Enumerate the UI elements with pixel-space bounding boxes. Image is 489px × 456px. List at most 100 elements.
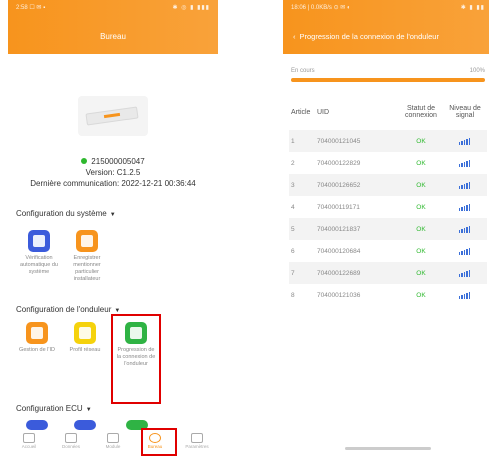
table-row: 1 704000121045 OK xyxy=(289,130,487,152)
cell-signal xyxy=(443,284,487,306)
section-ecu-config[interactable]: Configuration ECU ▼ xyxy=(16,404,92,413)
tile-label: Enregistrer mentionner particulier insta… xyxy=(73,255,101,282)
highlight-box xyxy=(111,314,161,404)
cell-status: OK xyxy=(416,159,426,167)
bottom-tab-bar: Accueil Données Module Bureau Paramètres xyxy=(8,430,218,456)
table-row: 3 704000126652 OK xyxy=(289,174,487,196)
col-uid: UID xyxy=(317,108,330,116)
tile-grid-profile[interactable]: Profil réseau xyxy=(64,322,106,354)
status-icons: ✱ ▮ ▮▮ xyxy=(460,5,485,11)
status-time: 2:58 ☐ ✉ ▪ xyxy=(16,5,46,11)
cell-uid: 704000122829 xyxy=(317,159,361,167)
section-system-config[interactable]: Configuration du système ▼ xyxy=(16,209,116,218)
progress-fill xyxy=(291,78,485,82)
cell-status: OK xyxy=(399,218,443,240)
tab-label: Accueil xyxy=(21,444,37,449)
gear-icon xyxy=(191,433,203,443)
tile-label: Vérification automatique du système xyxy=(20,255,58,275)
highlight-box xyxy=(141,428,177,456)
signal-icon xyxy=(458,269,472,277)
page-title: ‹ Progression de la connexion de l'ondule… xyxy=(293,32,489,41)
app-header: 18:06 | 0.0KB/s ⊙ ✉ ◐ ✱ ▮ ▮▮ ‹ Progressio… xyxy=(283,0,489,54)
cell-status: OK xyxy=(416,247,426,255)
tab-data[interactable]: Données xyxy=(50,430,92,456)
clipboard-icon xyxy=(28,230,50,252)
page-title: Bureau xyxy=(100,32,126,41)
signal-icon xyxy=(458,225,472,233)
table-row: 2 704000122829 OK xyxy=(289,152,487,174)
signal-icon xyxy=(458,181,472,189)
person-icon xyxy=(76,230,98,252)
desktop-screen: 2:58 ☐ ✉ ▪ ✱ ◎ ▮ ▮▮▮ Bureau 215000005047… xyxy=(8,0,218,456)
table-header-row: Article UID Statut de connexion Niveau d… xyxy=(289,94,487,130)
status-icons: ✱ ◎ ▮ ▮▮▮ xyxy=(172,5,210,11)
cell-uid: 704000121036 xyxy=(317,291,361,299)
home-icon xyxy=(23,433,35,443)
tab-label: Paramètres xyxy=(185,444,209,449)
list-icon xyxy=(74,322,96,344)
cell-status: OK xyxy=(416,203,426,211)
tile-system-check[interactable]: Vérification automatique du système xyxy=(18,230,60,276)
tile-register-installer[interactable]: Enregistrer mentionner particulier insta… xyxy=(66,230,108,283)
cell-signal xyxy=(443,262,487,284)
uid-table: Article UID Statut de connexion Niveau d… xyxy=(289,94,487,306)
table-row: 6 704000120684 OK xyxy=(289,240,487,262)
col-article: Article xyxy=(291,108,311,116)
tab-label: Données xyxy=(61,444,80,449)
cell-signal xyxy=(443,130,487,152)
cell-status: OK xyxy=(416,291,426,299)
app-header: 2:58 ☐ ✉ ▪ ✱ ◎ ▮ ▮▮▮ Bureau xyxy=(8,0,218,54)
progress-label: En cours xyxy=(291,68,315,74)
ecu-tile-icon[interactable] xyxy=(74,420,96,430)
caret-down-icon: ▼ xyxy=(109,212,116,218)
back-arrow-icon[interactable]: ‹ xyxy=(293,32,296,41)
cell-article: 7 xyxy=(289,262,315,284)
table-row: 7 704000122689 OK xyxy=(289,262,487,284)
signal-icon xyxy=(458,247,472,255)
progress-bar xyxy=(291,78,485,82)
ecu-tile-icon[interactable] xyxy=(26,420,48,430)
signal-icon xyxy=(458,203,472,211)
tab-home[interactable]: Accueil xyxy=(8,430,50,456)
cell-article: 1 xyxy=(289,130,315,152)
cell-article: 8 xyxy=(291,291,295,299)
signal-icon xyxy=(458,137,472,145)
section-ecu-label: Configuration ECU xyxy=(16,404,83,413)
online-status-icon xyxy=(81,158,88,164)
cell-status: OK xyxy=(399,174,443,196)
page-title-text: Progression de la connexion de l'onduleu… xyxy=(299,32,439,41)
status-time: 18:06 | 0.0KB/s ⊙ ✉ ◐ xyxy=(291,5,351,11)
ecu-device-image xyxy=(78,96,148,136)
device-serial: 215000005047 xyxy=(91,157,145,166)
tile-label: Profil réseau xyxy=(69,347,101,353)
chart-icon xyxy=(107,433,119,443)
signal-icon xyxy=(458,159,472,167)
table-row: 8 704000121036 OK xyxy=(289,284,487,306)
tile-label: Gestion de l'ID xyxy=(19,347,55,353)
cell-article: 5 xyxy=(289,218,315,240)
cell-article: 6 xyxy=(291,247,295,255)
progress-percent: 100% xyxy=(469,68,485,74)
cell-article: 4 xyxy=(291,203,295,211)
last-communication: Dernière communication: 2022-12-21 00:36… xyxy=(30,179,196,188)
tab-module[interactable]: Module xyxy=(92,430,134,456)
cell-uid: 704000126652 xyxy=(315,174,399,196)
home-indicator xyxy=(345,447,431,450)
cell-article: 2 xyxy=(291,159,295,167)
section-inverter-label: Configuration de l'onduleur xyxy=(16,305,112,314)
table-row: 5 704000121837 OK xyxy=(289,218,487,240)
section-inverter-config[interactable]: Configuration de l'onduleur ▼ xyxy=(16,305,120,314)
cell-signal xyxy=(443,218,487,240)
tab-settings[interactable]: Paramètres xyxy=(176,430,218,456)
device-version: Version: C1.2.5 xyxy=(85,168,141,177)
status-bar: 2:58 ☐ ✉ ▪ ✱ ◎ ▮ ▮▮▮ xyxy=(16,4,210,14)
tile-id-management[interactable]: Gestion de l'ID xyxy=(16,322,58,354)
device-info: 215000005047 Version: C1.2.5 Dernière co… xyxy=(8,156,218,189)
section-system-label: Configuration du système xyxy=(16,209,107,218)
signal-icon xyxy=(458,291,472,299)
cell-uid: 704000121045 xyxy=(315,130,399,152)
id-card-icon xyxy=(26,322,48,344)
cell-uid: 704000122689 xyxy=(315,262,399,284)
cell-uid: 704000119171 xyxy=(317,203,360,211)
grid-icon xyxy=(65,433,77,443)
